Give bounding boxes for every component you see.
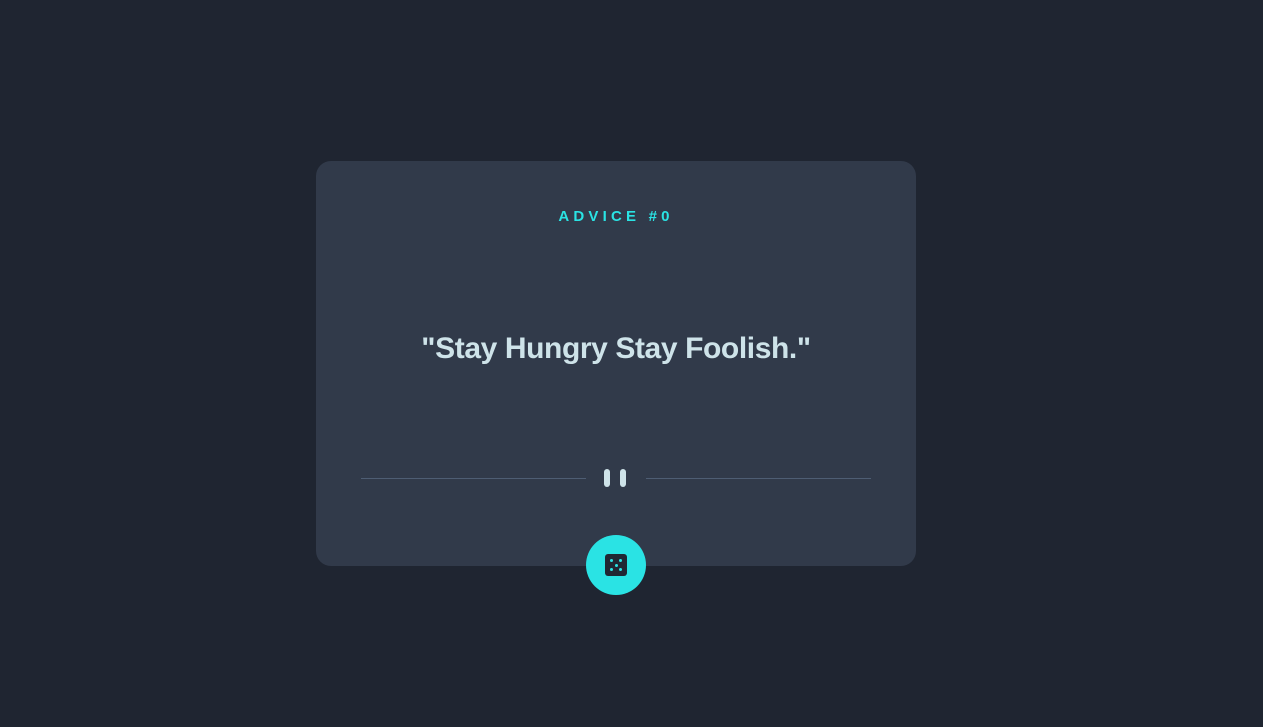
divider: [361, 468, 871, 488]
dice-dot: [619, 568, 622, 571]
dice-dot: [619, 559, 622, 562]
advice-card: ADVICE #0 "Stay Hungry Stay Foolish.": [316, 161, 916, 595]
divider-line-left: [361, 478, 586, 479]
advice-quote: "Stay Hungry Stay Foolish.": [421, 332, 811, 365]
pause-icon: [603, 469, 629, 487]
dice-icon: [605, 554, 627, 576]
pause-bar: [620, 469, 626, 487]
dice-dot: [614, 563, 618, 567]
divider-line-right: [646, 478, 871, 479]
new-advice-button[interactable]: [586, 535, 646, 595]
pause-bar: [604, 469, 610, 487]
dice-dot: [610, 559, 613, 562]
dice-dot: [610, 568, 613, 571]
advice-heading: ADVICE #0: [558, 208, 674, 225]
